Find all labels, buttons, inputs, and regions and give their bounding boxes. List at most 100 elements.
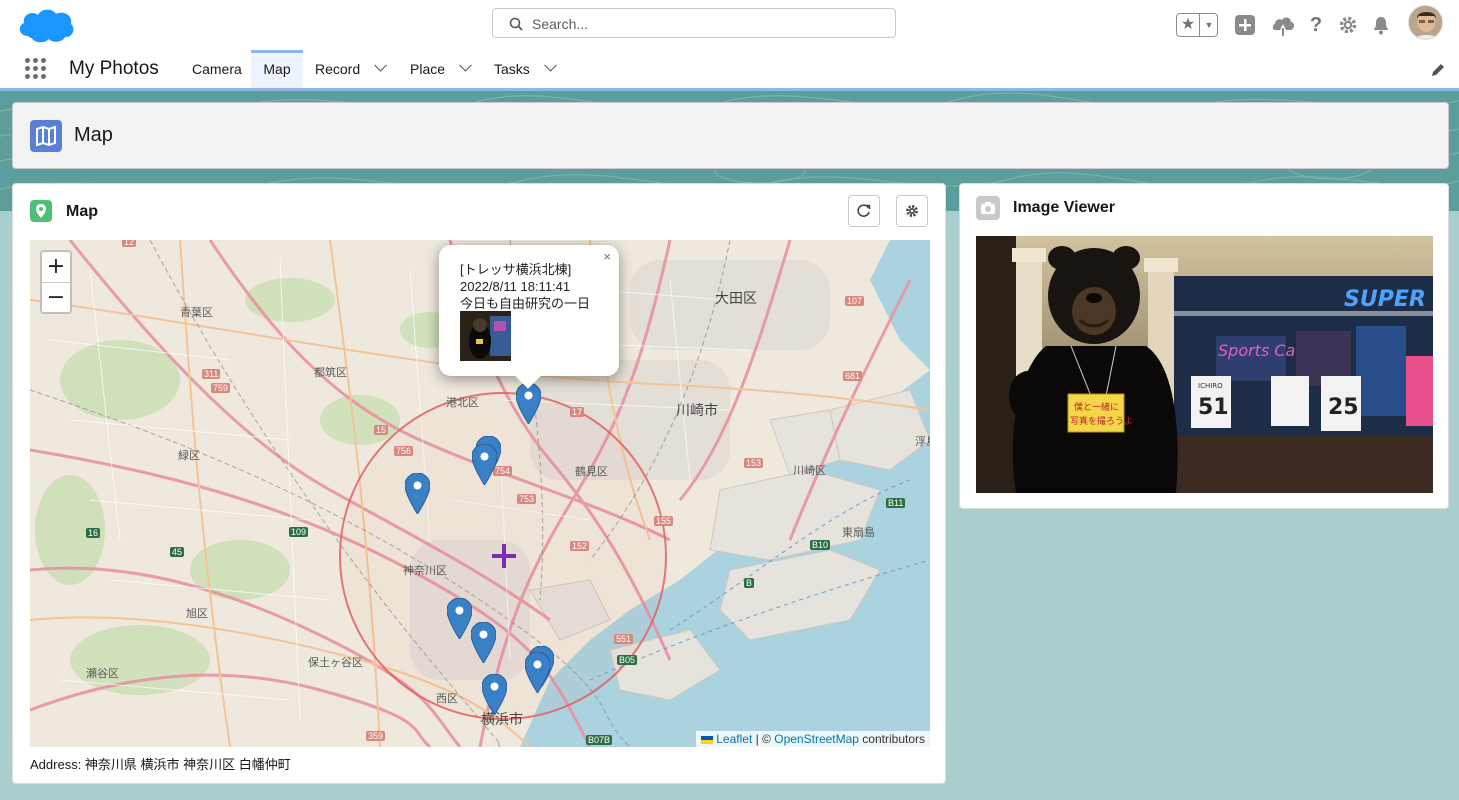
popup-datetime: 2022/8/11 18:11:41	[460, 279, 571, 294]
osm-link[interactable]: OpenStreetMap	[774, 732, 859, 746]
map-label-asahi: 旭区	[186, 608, 208, 620]
photo-marker[interactable]	[472, 444, 497, 485]
chevron-down-icon[interactable]	[459, 58, 472, 72]
popup-place: [トレッサ横浜北棟]	[460, 262, 572, 277]
attribution-suffix: contributors	[858, 732, 925, 746]
map-object-icon	[30, 120, 62, 152]
map-label-kawasaki-ward: 川崎区	[793, 465, 826, 477]
zoom-out-button[interactable]: −	[42, 282, 70, 313]
photo-neon-text: Sports Ca	[1218, 341, 1295, 360]
settings-button[interactable]	[896, 195, 928, 227]
camera-icon	[976, 196, 1000, 220]
chevron-down-icon[interactable]	[543, 58, 557, 72]
map-view[interactable]: 大田区 川崎市 川崎区 青葉区 都筑区 緑区 港北区 鶴見区 神奈川区 旭区 保…	[30, 240, 930, 747]
tab-tasks[interactable]: Tasks	[494, 50, 557, 88]
tab-record[interactable]: Record	[315, 50, 387, 88]
address-text: Address: 神奈川県 横浜市 神奈川区 白幡仲町	[30, 757, 291, 772]
photo-marker[interactable]	[516, 383, 541, 424]
route-shield: 15	[374, 425, 389, 435]
map-label-ukishima: 浮島	[915, 436, 930, 448]
route-shield: B05	[617, 655, 638, 665]
tab-label: Tasks	[494, 61, 530, 77]
route-shield: 17	[570, 407, 585, 417]
photo-marker[interactable]	[447, 598, 472, 639]
app-nav-bar: My Photos Camera Map Record Place Tasks	[0, 50, 1459, 91]
chevron-down-icon[interactable]	[374, 58, 387, 72]
route-shield: 153	[744, 458, 764, 468]
leaflet-link[interactable]: Leaflet	[716, 732, 752, 746]
map-label-aoba: 青葉区	[180, 307, 213, 319]
map-label-seya: 瀬谷区	[86, 668, 119, 680]
image-viewer-card: Image Viewer Sports Ca SUPER ICHIRO 51 2…	[959, 183, 1449, 509]
map-label-midori: 緑区	[178, 450, 200, 462]
gear-icon	[906, 205, 918, 217]
favorites-button[interactable]: ★ ▼	[1176, 13, 1218, 37]
route-shield: 152	[570, 541, 590, 551]
photo-marker[interactable]	[482, 674, 507, 715]
app-launcher-icon[interactable]	[25, 58, 47, 80]
zoom-in-button[interactable]: +	[42, 252, 70, 282]
notifications-button[interactable]	[1368, 12, 1394, 38]
route-shield: 107	[845, 296, 865, 306]
global-header: Search... ★ ▼ ?	[0, 0, 1459, 50]
route-shield: 681	[843, 371, 863, 381]
page-title: Map	[74, 124, 113, 146]
route-shield: 551	[614, 634, 634, 644]
trailhead-button[interactable]	[1270, 12, 1296, 38]
help-icon[interactable]: ?	[1303, 12, 1329, 38]
global-actions-button[interactable]	[1232, 12, 1258, 38]
chevron-down-icon[interactable]: ▼	[1200, 14, 1217, 36]
route-shield: B10	[810, 540, 831, 550]
map-label-higashiogishima: 東扇島	[842, 527, 875, 539]
map-label-nishi: 西区	[436, 693, 458, 705]
popup-thumbnail[interactable]	[460, 311, 511, 361]
photo-store-sign: SUPER	[1344, 287, 1426, 312]
map-attribution: Leaflet | © OpenStreetMap contributors	[695, 731, 930, 747]
user-photo	[1409, 6, 1442, 39]
popup-caption: 今日も自由研究の一日	[460, 296, 591, 311]
map-label-kohoku: 港北区	[446, 397, 479, 409]
route-shield: 12	[122, 240, 137, 247]
attribution-separator: | ©	[752, 732, 775, 746]
star-icon: ★	[1177, 14, 1200, 36]
tab-map[interactable]: Map	[251, 50, 303, 88]
tab-label: Camera	[192, 61, 242, 77]
tab-label: Record	[315, 61, 361, 77]
setup-button[interactable]	[1335, 12, 1361, 38]
refresh-button[interactable]	[848, 195, 880, 227]
app-name: My Photos	[69, 58, 159, 79]
page-header: Map	[12, 102, 1449, 169]
photo-jersey-number-2: 25	[1328, 395, 1359, 420]
route-shield: 359	[366, 731, 386, 741]
bell-icon	[1374, 17, 1388, 35]
route-shield: B	[744, 578, 755, 588]
photo-image[interactable]: Sports Ca SUPER ICHIRO 51 25 僕と一緒に 写真を撮ろ…	[976, 236, 1433, 493]
route-shield: 753	[517, 494, 537, 504]
salesforce-logo[interactable]	[16, 6, 76, 44]
route-shield: 109	[289, 527, 309, 537]
search-icon	[509, 17, 523, 31]
refresh-icon	[857, 204, 871, 217]
map-label-kawasaki-city: 川崎市	[676, 402, 718, 418]
photo-marker[interactable]	[471, 622, 496, 663]
edit-nav-pencil-icon[interactable]	[1430, 62, 1446, 78]
tab-label: Map	[263, 61, 291, 77]
ukraine-flag-icon	[700, 735, 713, 744]
card-title: Map	[66, 203, 98, 220]
route-shield: 759	[211, 383, 231, 393]
tab-place[interactable]: Place	[410, 50, 472, 88]
gear-icon	[1339, 16, 1357, 34]
map-card: Map 大田区 川崎市 川崎区 青葉区 都筑区 緑区 港北区 鶴見区 神奈川区 …	[12, 183, 946, 784]
photo-marker[interactable]	[525, 652, 550, 693]
route-shield: 45	[170, 547, 185, 557]
marker-popup: × [トレッサ横浜北棟] 2022/8/11 18:11:41 今日も自由研究の…	[439, 245, 619, 389]
location-pin-icon	[30, 200, 52, 222]
search-input[interactable]: Search...	[492, 8, 896, 38]
photo-sign-line-2: 写真を撮ろうよ	[1070, 415, 1133, 427]
close-icon[interactable]: ×	[603, 249, 611, 264]
avatar[interactable]	[1408, 5, 1443, 40]
map-label-kanagawa: 神奈川区	[403, 565, 447, 577]
photo-marker[interactable]	[405, 473, 430, 514]
map-label-hodogaya: 保土ヶ谷区	[308, 657, 363, 669]
tab-camera[interactable]: Camera	[192, 50, 242, 88]
